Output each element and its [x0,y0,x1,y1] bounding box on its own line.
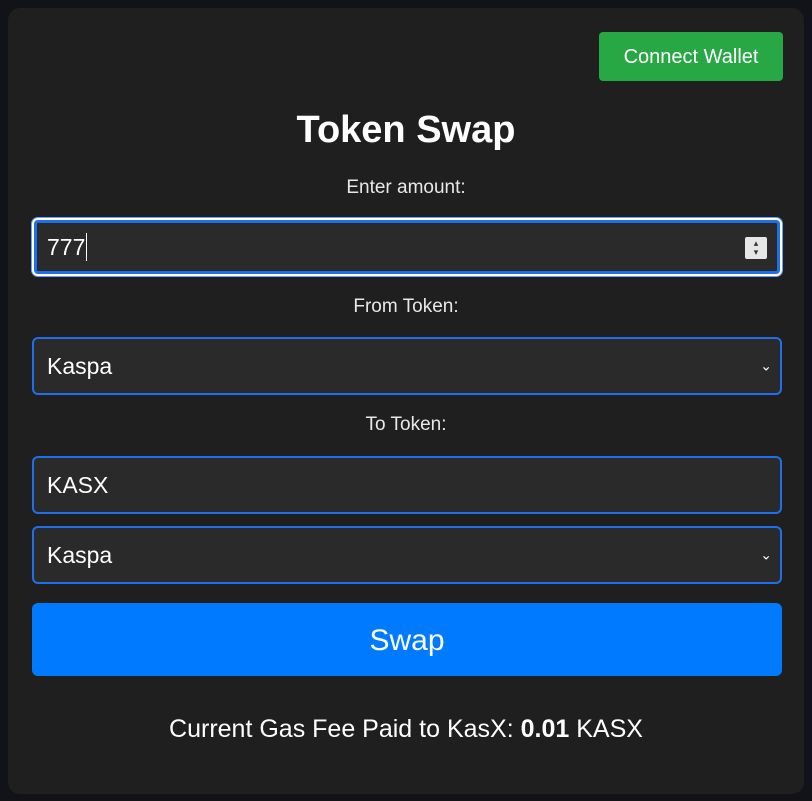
to-token-label: To Token: [365,414,447,435]
gas-fee-unit: KASX [569,715,643,743]
spinner-down-icon[interactable]: ▾ [754,248,759,257]
page-title: Token Swap [296,109,516,151]
amount-label: Enter amount: [346,177,466,198]
amount-input[interactable]: 777 ▴ ▾ [32,218,782,276]
from-token-label: From Token: [353,296,459,317]
gas-fee-value: 0.01 [520,715,570,743]
chevron-down-icon: ⌄ [760,357,772,374]
to-token-selected: Kaspa [47,541,113,568]
gas-fee-prefix: Current Gas Fee Paid to KasX: [169,715,521,743]
to-token-select[interactable]: Kaspa ⌄ [32,526,782,584]
amount-value: 777 [47,233,86,260]
from-token-select[interactable]: Kaspa ⌄ [32,337,782,395]
to-token-value: KASX [47,471,109,498]
text-caret [86,233,88,261]
to-token-input[interactable]: KASX [32,456,782,514]
swap-card: Connect Wallet Token Swap Enter amount: … [8,8,804,794]
from-token-selected: Kaspa [47,352,113,379]
spinner-icon[interactable]: ▴ ▾ [745,237,767,259]
chevron-down-icon: ⌄ [760,546,772,563]
swap-button[interactable]: Swap [32,603,782,676]
gas-fee-text: Current Gas Fee Paid to KasX: 0.01 KASX [8,714,804,744]
connect-wallet-button[interactable]: Connect Wallet [599,32,783,81]
